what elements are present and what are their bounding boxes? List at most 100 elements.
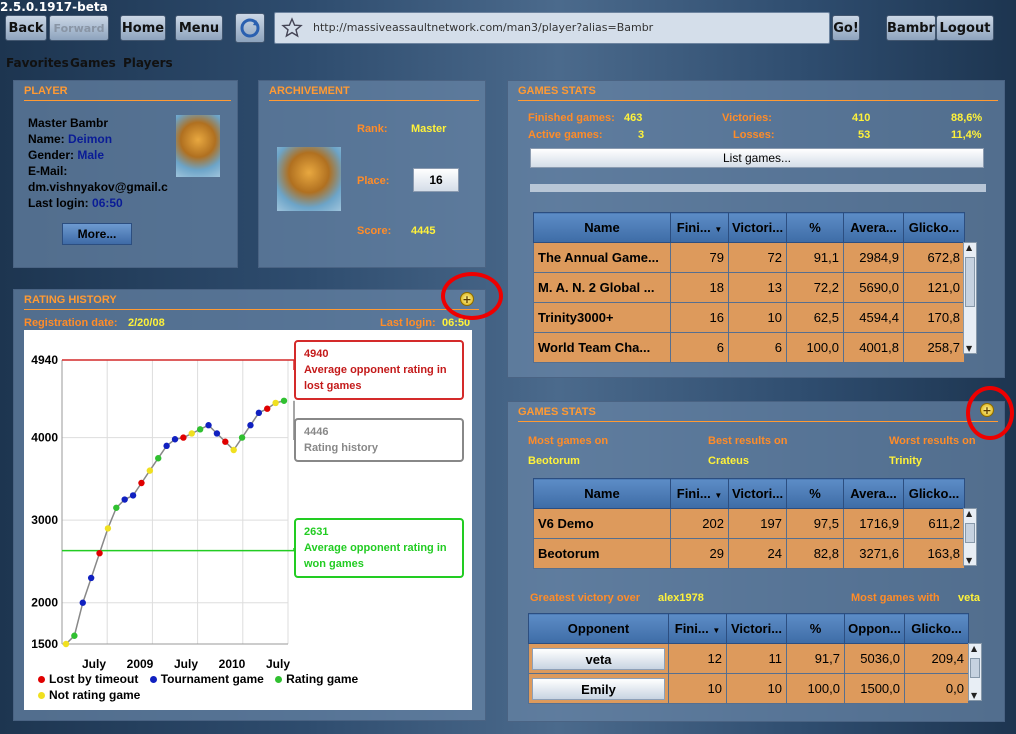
scroll-down-icon[interactable]: ▼ [971, 691, 977, 700]
col-name[interactable]: Name [533, 478, 671, 509]
scroll-thumb[interactable] [970, 658, 980, 678]
legend-rating: Rating game [286, 672, 359, 686]
opponent-button[interactable]: veta [532, 647, 665, 670]
name-value: Deimon [68, 132, 113, 146]
home-button[interactable]: Home [120, 15, 166, 41]
table-row[interactable]: World Team Cha... 6 6 100,0 4001,8 258,7 [533, 332, 965, 363]
table-row[interactable]: Emily 10 10 100,0 1500,0 0,0 [528, 673, 969, 704]
scroll-up-icon[interactable]: ▲ [971, 644, 977, 653]
data-point [62, 640, 70, 648]
col-opponent-rating[interactable]: Oppon... [844, 613, 905, 644]
active-games-label: Active games: [528, 129, 603, 141]
place-value: 16 [413, 168, 459, 192]
scroll-down-icon[interactable]: ▼ [966, 556, 972, 565]
forward-button[interactable]: Forward [49, 15, 109, 41]
losses-value: 53 [858, 129, 871, 141]
email-value[interactable]: dm.vishnyakov@gmail.c [28, 179, 170, 195]
logout-button[interactable]: Logout [936, 15, 994, 41]
legend-notrating: Not rating game [49, 688, 141, 702]
col-glicko[interactable]: Glicko... [904, 613, 969, 644]
col-finished[interactable]: Fini... ▼ [670, 212, 729, 243]
nav-favorites[interactable]: Favorites [6, 56, 69, 70]
data-point [146, 467, 154, 474]
table-scrollbar[interactable]: ▲ ▼ [963, 242, 977, 354]
col-name[interactable]: Name [533, 212, 671, 243]
gender-label: Gender: [28, 148, 75, 162]
table-row[interactable]: Trinity3000+ 16 10 62,5 4594,4 170,8 [533, 302, 965, 333]
finished-games-label: Finished games: [528, 112, 615, 124]
sort-down-icon: ▼ [712, 626, 721, 635]
greatest-victory-value[interactable]: alex1978 [658, 592, 704, 604]
rating-chart: 1500 2000 3000 4000 4940 July 2009 July 2010 July… [24, 330, 472, 710]
scroll-down-icon[interactable]: ▼ [966, 344, 972, 353]
table-row[interactable]: veta 12 11 91,7 5036,0 209,4 [528, 643, 969, 674]
table-scrollbar[interactable]: ▲ ▼ [963, 508, 977, 566]
y-tick-label: 2000 [31, 596, 58, 610]
col-victories[interactable]: Victori... [726, 613, 787, 644]
col-glicko[interactable]: Glicko... [903, 212, 965, 243]
nav-players[interactable]: Players [123, 56, 173, 70]
nav-games[interactable]: Games [70, 56, 116, 70]
rank-label: Rank: [357, 123, 388, 135]
data-point [121, 496, 128, 503]
go-button[interactable]: Go! [832, 15, 860, 41]
col-victories[interactable]: Victori... [728, 478, 787, 509]
most-games-value: Beotorum [528, 455, 580, 467]
x-tick-label: July [266, 657, 290, 671]
col-average[interactable]: Avera... [843, 478, 904, 509]
legend-notrating-dot [38, 692, 45, 700]
worst-results-label: Worst results on [889, 435, 976, 447]
most-games-with-label: Most games with [851, 592, 940, 604]
col-pct[interactable]: % [786, 478, 844, 509]
opponent-button[interactable]: Emily [532, 677, 665, 700]
data-point [247, 422, 254, 429]
best-results-value: Crateus [708, 455, 749, 467]
col-pct[interactable]: % [786, 613, 845, 644]
table-row[interactable]: M. A. N. 2 Global ... 18 13 72,2 5690,0 121,0 [533, 272, 965, 303]
col-opponent[interactable]: Opponent [528, 613, 669, 644]
highlight-circle [441, 272, 503, 320]
col-finished[interactable]: Fini... ▼ [670, 478, 729, 509]
most-games-with-value[interactable]: veta [958, 592, 980, 604]
y-tick-label: 4000 [31, 431, 58, 445]
table-row[interactable]: Beotorum 29 24 82,8 3271,6 163,8 [533, 538, 965, 569]
achievement-panel-title: ARCHIVEMENT [269, 85, 479, 101]
data-point [96, 549, 103, 557]
table-row[interactable]: The Annual Game... 79 72 91,1 2984,9 672,8 [533, 242, 965, 273]
col-finished[interactable]: Fini... ▼ [668, 613, 727, 644]
most-games-label: Most games on [528, 435, 609, 447]
url-bar[interactable]: http://massiveassaultnetwork.com/man3/pl… [274, 12, 830, 44]
back-button[interactable]: Back [5, 15, 47, 41]
col-glicko[interactable]: Glicko... [903, 478, 965, 509]
registration-value: 2/20/08 [128, 317, 165, 329]
data-point [113, 504, 120, 511]
legend-row-2: Not rating game [38, 688, 140, 702]
y-tick-label: 1500 [31, 637, 58, 651]
star-icon[interactable] [281, 17, 303, 39]
last-login-label: Last login: [28, 196, 89, 210]
y-tick-label: 3000 [31, 513, 58, 527]
table-scrollbar[interactable]: ▲ ▼ [968, 643, 982, 701]
table-row[interactable]: V6 Demo 202 197 97,5 1716,9 611,2 [533, 508, 965, 539]
data-point [163, 442, 170, 450]
scroll-up-icon[interactable]: ▲ [966, 243, 972, 252]
scroll-thumb[interactable] [965, 257, 975, 307]
list-games-button[interactable]: List games... [530, 148, 984, 168]
divider-bar [530, 184, 986, 192]
menu-button[interactable]: Menu [175, 15, 223, 41]
gender-value: Male [77, 148, 105, 162]
col-average[interactable]: Avera... [843, 212, 904, 243]
url-text[interactable]: http://massiveassaultnetwork.com/man3/pl… [313, 21, 653, 34]
refresh-button[interactable] [235, 13, 265, 43]
more-button[interactable]: More... [62, 223, 132, 245]
callout-lost: 4940 Average opponent rating in lost game… [294, 340, 464, 400]
col-pct[interactable]: % [786, 212, 844, 243]
achievement-avatar [277, 147, 341, 211]
scroll-up-icon[interactable]: ▲ [966, 509, 972, 518]
user-button[interactable]: Bambr [886, 15, 936, 41]
col-victories[interactable]: Victori... [728, 212, 787, 243]
x-tick-label: 2010 [219, 657, 246, 671]
scroll-thumb[interactable] [965, 523, 975, 543]
data-point [104, 525, 112, 532]
games-stats-table: Name Fini... ▼ Victori... % Avera... Gli… [533, 212, 965, 363]
